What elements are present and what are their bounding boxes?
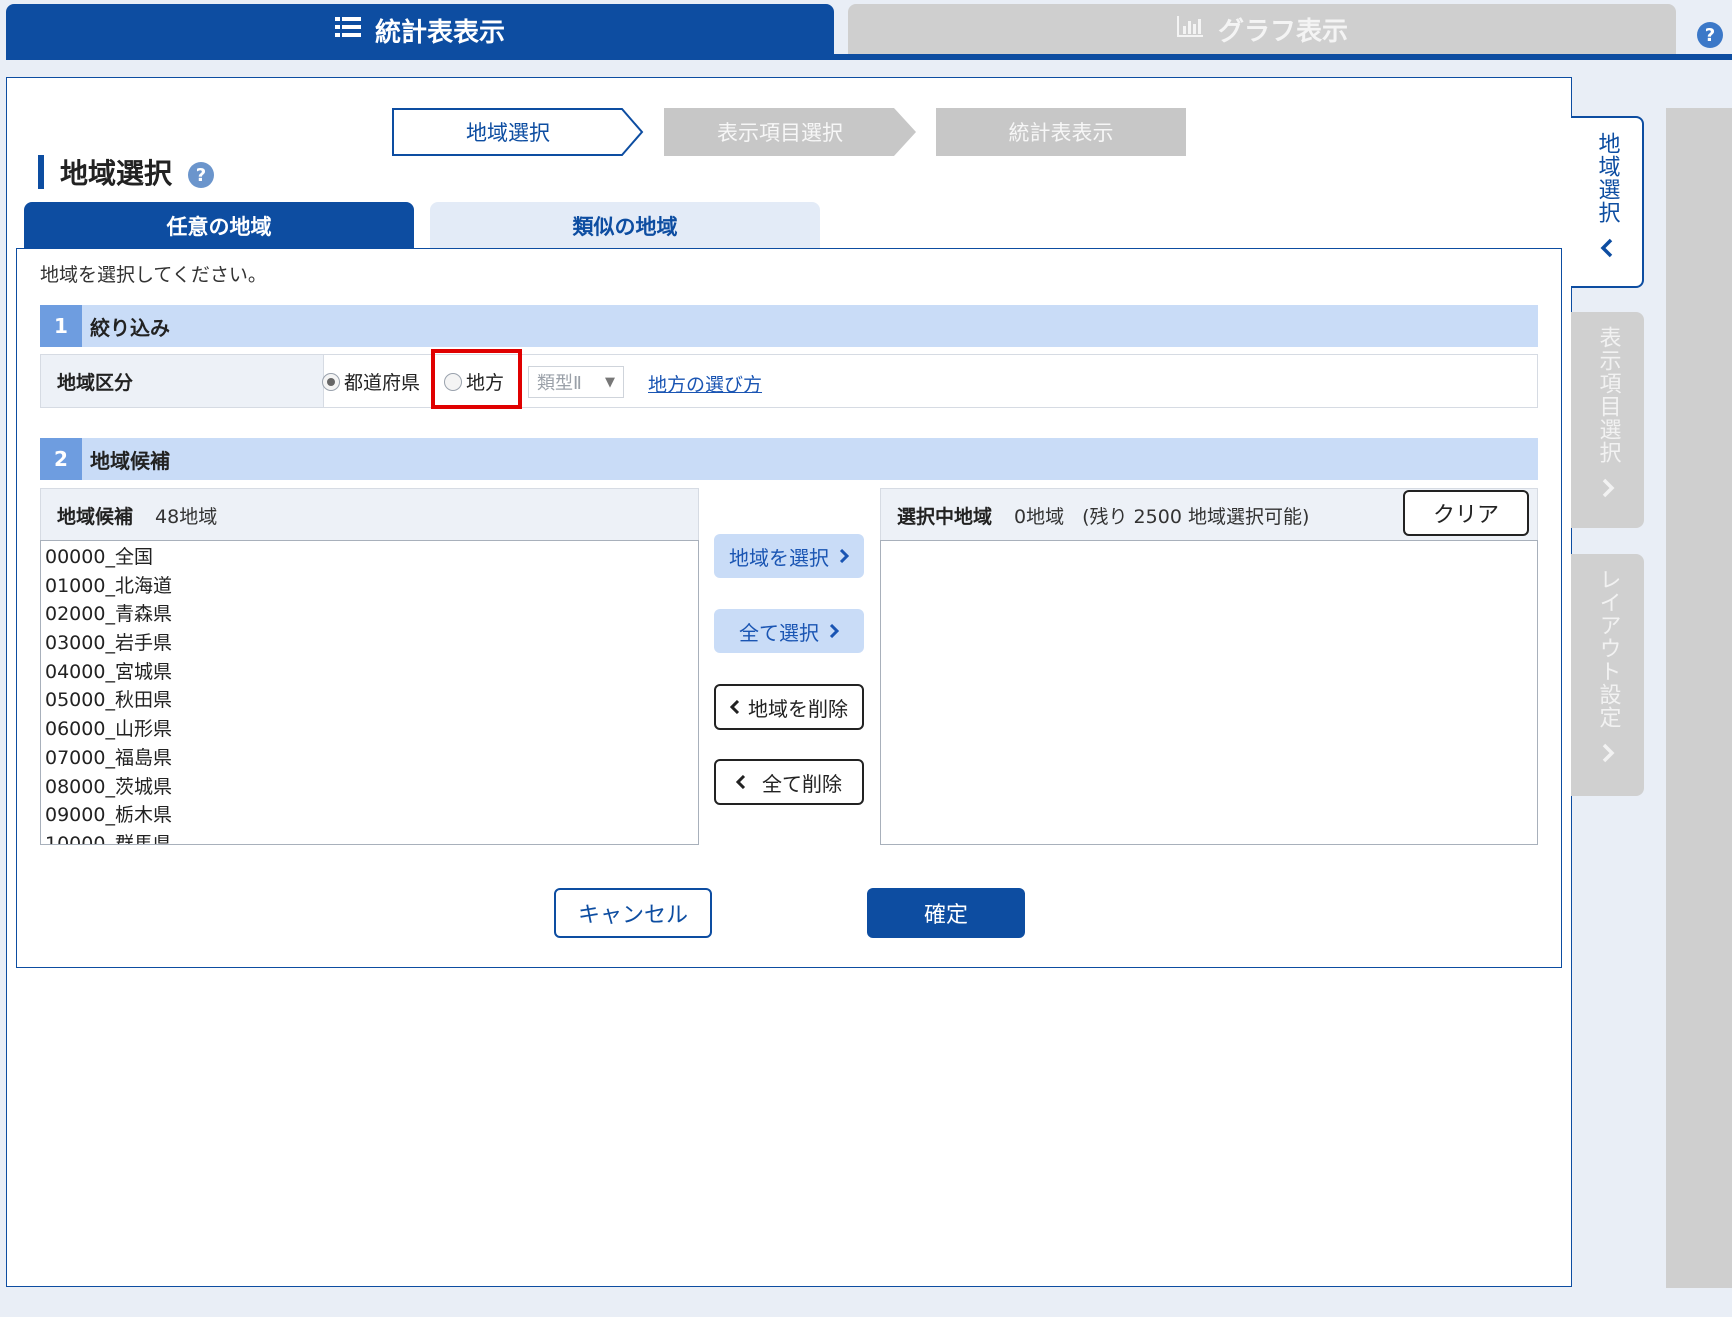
candidate-count: 48地域	[155, 505, 218, 528]
list-item[interactable]: 00000_全国	[41, 543, 698, 572]
tab-similar-region[interactable]: 類似の地域	[430, 202, 820, 250]
side-tab-layout[interactable]: レイアウト設定	[1571, 554, 1644, 796]
right-gray-strip	[1666, 108, 1732, 1288]
list-item[interactable]: 06000_山形県	[41, 715, 698, 744]
radio-region-control[interactable]	[444, 372, 462, 391]
region-type-row: 地域区分	[40, 354, 1538, 408]
section-candidates-header: 2 地域候補	[40, 438, 1538, 480]
list-item[interactable]: 09000_栃木県	[41, 801, 698, 830]
list-item[interactable]: 08000_茨城県	[41, 773, 698, 802]
chevron-left-icon	[735, 770, 746, 794]
step-item-select-label: 表示項目選択	[717, 121, 843, 145]
select-all-label: 全て選択	[739, 620, 819, 645]
candidate-list[interactable]: 00000_全国 01000_北海道 02000_青森県 03000_岩手県 0…	[40, 540, 699, 845]
help-icon[interactable]: ?	[1697, 22, 1723, 48]
selected-list[interactable]	[880, 540, 1538, 845]
list-icon	[334, 15, 361, 45]
title-accent-bar	[38, 155, 44, 189]
tab-table-view[interactable]: 統計表表示	[6, 4, 834, 56]
section-filter-header: 1 絞り込み	[40, 305, 1538, 347]
page-title-text: 地域選択	[60, 157, 173, 190]
list-item[interactable]: 04000_宮城県	[41, 658, 698, 687]
selected-list-title: 選択中地域	[897, 505, 993, 528]
list-item[interactable]: 02000_青森県	[41, 600, 698, 629]
section-title: 絞り込み	[90, 315, 170, 340]
select-region-button[interactable]: 地域を選択	[714, 534, 864, 578]
radio-prefecture-control[interactable]	[322, 372, 340, 391]
section-number: 1	[40, 305, 82, 347]
tab-arbitrary-region[interactable]: 任意の地域	[24, 202, 414, 250]
step-region-select-label: 地域選択	[466, 121, 550, 145]
tab-graph-view[interactable]: グラフ表示	[848, 4, 1676, 54]
help-icon[interactable]: ?	[188, 162, 215, 188]
step-table-view: 統計表表示	[936, 108, 1186, 156]
section-number: 2	[40, 438, 82, 480]
step-item-select: 表示項目選択	[664, 108, 916, 156]
list-item[interactable]: 03000_岩手県	[41, 629, 698, 658]
type-select[interactable]: 類型Ⅱ ▼	[528, 366, 624, 398]
remaining-count: (残り 2500 地域選択可能)	[1082, 505, 1310, 528]
tab-table-view-label: 統計表表示	[374, 17, 505, 48]
cancel-button[interactable]: キャンセル	[554, 888, 712, 938]
clear-button[interactable]: クリア	[1403, 490, 1529, 536]
remove-all-label: 全て削除	[762, 771, 842, 796]
list-item[interactable]: 05000_秋田県	[41, 686, 698, 715]
section-title: 地域候補	[90, 448, 170, 473]
region-help-link[interactable]: 地方の選び方	[648, 370, 762, 397]
side-tab-region-select[interactable]: 地域選択	[1571, 116, 1644, 288]
chevron-left-icon	[729, 695, 740, 719]
step-region-select: 地域選択	[392, 108, 644, 156]
chevron-right-icon	[829, 619, 840, 643]
select-all-button[interactable]: 全て選択	[714, 609, 864, 653]
selected-count: 0地域	[1014, 505, 1065, 528]
radio-region-label: 地方	[466, 372, 505, 394]
candidate-list-header: 地域候補 48地域	[40, 488, 699, 542]
remove-region-label: 地域を削除	[748, 696, 848, 721]
list-item[interactable]: 01000_北海道	[41, 572, 698, 601]
chevron-right-icon	[839, 544, 850, 568]
top-divider	[6, 54, 1732, 60]
side-tab-item-select[interactable]: 表示項目選択	[1571, 312, 1644, 528]
side-tab-items-label: 表示項目選択	[1595, 326, 1621, 464]
select-region-label: 地域を選択	[729, 545, 829, 570]
radio-prefecture[interactable]: 都道府県	[322, 368, 420, 395]
chevron-right-icon	[1601, 743, 1615, 767]
candidate-list-title: 地域候補	[57, 505, 134, 528]
bar-chart-icon	[1176, 14, 1204, 45]
list-item[interactable]: 07000_福島県	[41, 744, 698, 773]
remove-all-button[interactable]: 全て削除	[714, 759, 864, 805]
tab-graph-view-label: グラフ表示	[1217, 16, 1348, 47]
instruction-text: 地域を選択してください。	[40, 264, 267, 286]
list-item[interactable]: 10000_群馬県	[41, 830, 698, 844]
chevron-left-icon	[1600, 238, 1614, 262]
remove-region-button[interactable]: 地域を削除	[714, 684, 864, 730]
radio-region[interactable]: 地方	[444, 368, 504, 395]
chevron-down-icon: ▼	[605, 374, 615, 390]
side-tab-region-label: 地域選択	[1594, 132, 1620, 224]
type-select-value: 類型Ⅱ	[537, 373, 582, 394]
radio-prefecture-label: 都道府県	[344, 372, 421, 394]
confirm-button[interactable]: 確定	[867, 888, 1025, 938]
region-type-label: 地域区分	[41, 355, 324, 407]
chevron-right-icon	[1601, 478, 1615, 502]
page-title: 地域選択 ?	[38, 152, 215, 192]
side-tab-layout-label: レイアウト設定	[1595, 568, 1621, 729]
